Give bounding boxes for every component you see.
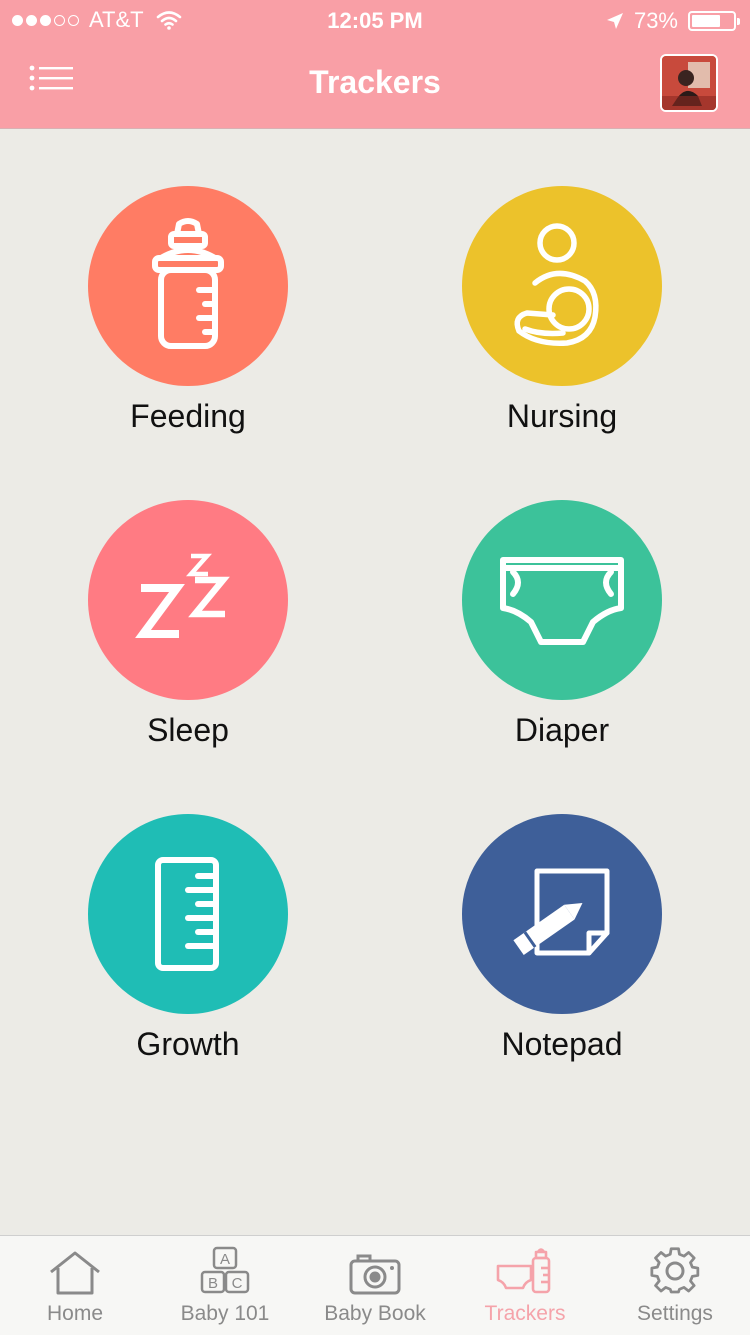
battery-icon [688, 11, 740, 31]
avatar[interactable] [660, 54, 718, 112]
growth-circle [88, 814, 288, 1014]
trackers-grid: Feeding Nursing Sleep Diaper Growth Note… [0, 128, 750, 1236]
nursing-circle [462, 186, 662, 386]
tracker-nursing[interactable]: Nursing [432, 186, 692, 435]
tracker-label: Diaper [514, 712, 610, 748]
diaper-circle [462, 500, 662, 700]
tracker-diaper[interactable]: Diaper [432, 500, 692, 749]
notepad-pencil-icon [513, 868, 610, 956]
tab-label: Baby 101 [180, 1302, 270, 1325]
camera-icon [349, 1254, 401, 1295]
baby-bottle-icon [152, 218, 224, 349]
page-title: Trackers [309, 64, 441, 100]
tracker-sleep[interactable]: Sleep [58, 500, 318, 749]
tracker-growth[interactable]: Growth [58, 814, 318, 1063]
tab-label: Baby Book [324, 1302, 426, 1325]
home-icon [50, 1251, 100, 1295]
tracker-label: Feeding [130, 398, 246, 434]
status-right: 73% [606, 8, 740, 34]
status-bar: AT&T 12:05 PM 73% [0, 0, 750, 40]
nursing-mother-icon [514, 223, 599, 346]
tab-baby-101[interactable]: A B C Baby 101 [150, 1236, 300, 1335]
feeding-circle [88, 186, 288, 386]
tab-baby-book[interactable]: Baby Book [300, 1236, 450, 1335]
tracker-feeding[interactable]: Feeding [58, 186, 318, 435]
tracker-label: Growth [136, 1026, 240, 1062]
trackers-icon [496, 1248, 551, 1294]
tracker-label: Nursing [506, 398, 618, 434]
tab-home[interactable]: Home [0, 1236, 150, 1335]
gear-icon [650, 1247, 700, 1294]
abc-blocks-icon: A B C [200, 1246, 250, 1294]
tab-settings[interactable]: Settings [600, 1236, 750, 1335]
tracker-label: Sleep [147, 712, 229, 748]
tab-trackers[interactable]: Trackers [450, 1236, 600, 1335]
tracker-notepad[interactable]: Notepad [432, 814, 692, 1063]
sleep-circle [88, 500, 288, 700]
notepad-circle [462, 814, 662, 1014]
battery-percentage: 73% [633, 8, 678, 33]
tab-label: Home [46, 1302, 104, 1325]
ruler-icon [155, 857, 219, 971]
tab-label: Trackers [484, 1302, 566, 1325]
location-arrow-icon [606, 13, 623, 29]
svg-text:A: A [220, 1251, 230, 1268]
navigation-bar: Trackers [0, 40, 750, 129]
tab-label: Settings [637, 1302, 713, 1325]
svg-text:B: B [208, 1275, 218, 1292]
tab-bar: Home A B C Baby 101 Baby Book Trackers S… [0, 1235, 750, 1335]
tracker-label: Notepad [501, 1026, 623, 1062]
zzz-icon [135, 553, 230, 638]
diaper-icon [500, 557, 624, 645]
profile-photo [662, 56, 716, 110]
svg-text:C: C [232, 1275, 243, 1292]
